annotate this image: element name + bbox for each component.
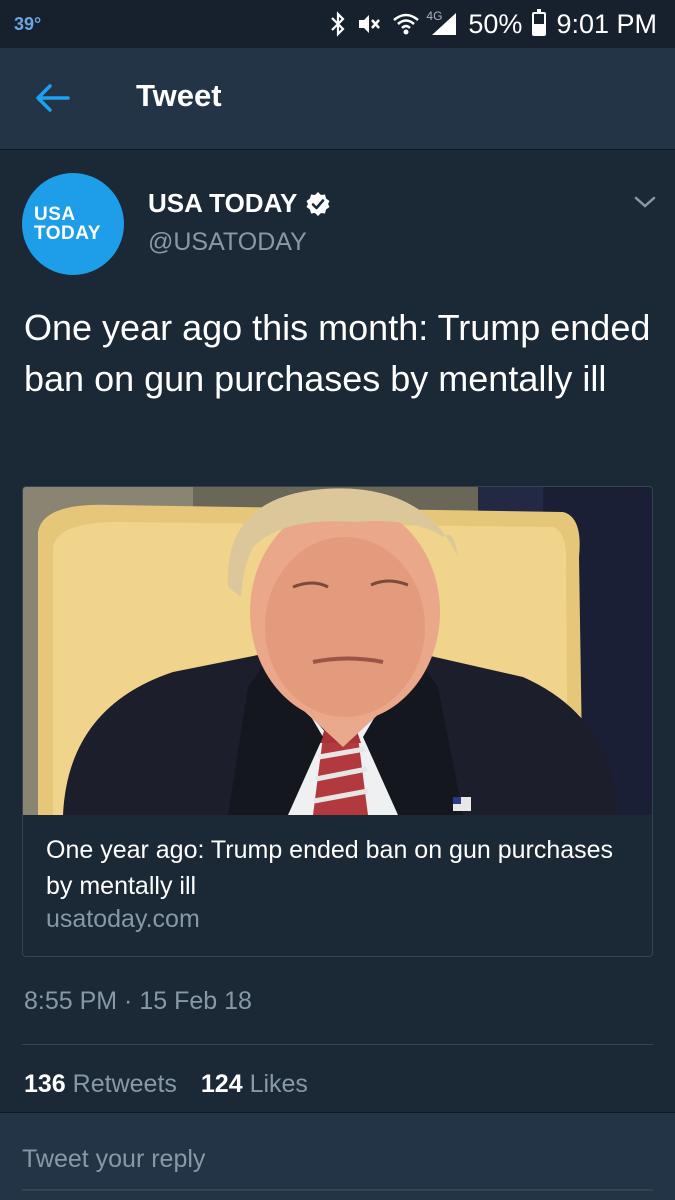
chevron-down-icon: [634, 196, 656, 208]
author-name[interactable]: USA TODAY: [148, 188, 331, 219]
tweet-timestamp: 8:55 PM · 15 Feb 18: [24, 987, 252, 1015]
avatar-logo-line2: TODAY: [34, 223, 101, 244]
likes-stat[interactable]: 124 Likes: [201, 1070, 308, 1099]
likes-count: 124: [200, 1070, 243, 1098]
likes-label: Likes: [249, 1070, 308, 1098]
signal-icon: 4G: [426, 9, 458, 37]
retweets-count: 136: [24, 1070, 66, 1098]
reply-underline: [22, 1189, 653, 1191]
tweet-menu-button[interactable]: [630, 190, 660, 214]
avatar-logo-line1: USA: [34, 204, 76, 225]
arrow-left-icon: [36, 84, 70, 112]
wifi-icon: [392, 11, 420, 37]
status-icons: 4G 50% 9:01 PM: [330, 6, 657, 42]
author-name-text: USA TODAY: [148, 188, 298, 218]
battery-percent: 50%: [468, 8, 523, 39]
author-handle[interactable]: @USATODAY: [148, 228, 307, 257]
retweets-stat[interactable]: 136 Retweets: [24, 1070, 177, 1099]
tweet-stats: 136 Retweets 124 Likes: [24, 1070, 308, 1099]
divider: [22, 1044, 653, 1045]
network-type: 4G: [426, 9, 443, 23]
status-bar: 39° 4G 50% 9:01 PM: [0, 0, 675, 48]
clock: 9:01 PM: [556, 8, 657, 39]
app-bar: Tweet: [0, 48, 675, 150]
page-title: Tweet: [136, 78, 222, 113]
card-domain: usatoday.com: [46, 905, 200, 933]
tweet-text: One year ago this month: Trump ended ban…: [24, 307, 651, 399]
reply-input[interactable]: [22, 1141, 653, 1177]
back-button[interactable]: [30, 78, 76, 118]
card-image: [23, 487, 652, 815]
battery-icon: [532, 9, 547, 36]
retweets-label: Retweets: [72, 1070, 177, 1098]
mute-icon: [356, 11, 382, 37]
verified-badge-icon: [305, 191, 331, 217]
battery-fill: [534, 24, 545, 34]
reply-bar: [0, 1112, 675, 1200]
temperature-indicator: 39°: [14, 14, 42, 34]
card-title: One year ago: Trump ended ban on gun pur…: [46, 836, 614, 900]
avatar[interactable]: USA TODAY: [22, 173, 124, 275]
link-card[interactable]: One year ago: Trump ended ban on gun pur…: [22, 486, 653, 957]
bluetooth-icon: [330, 11, 346, 37]
